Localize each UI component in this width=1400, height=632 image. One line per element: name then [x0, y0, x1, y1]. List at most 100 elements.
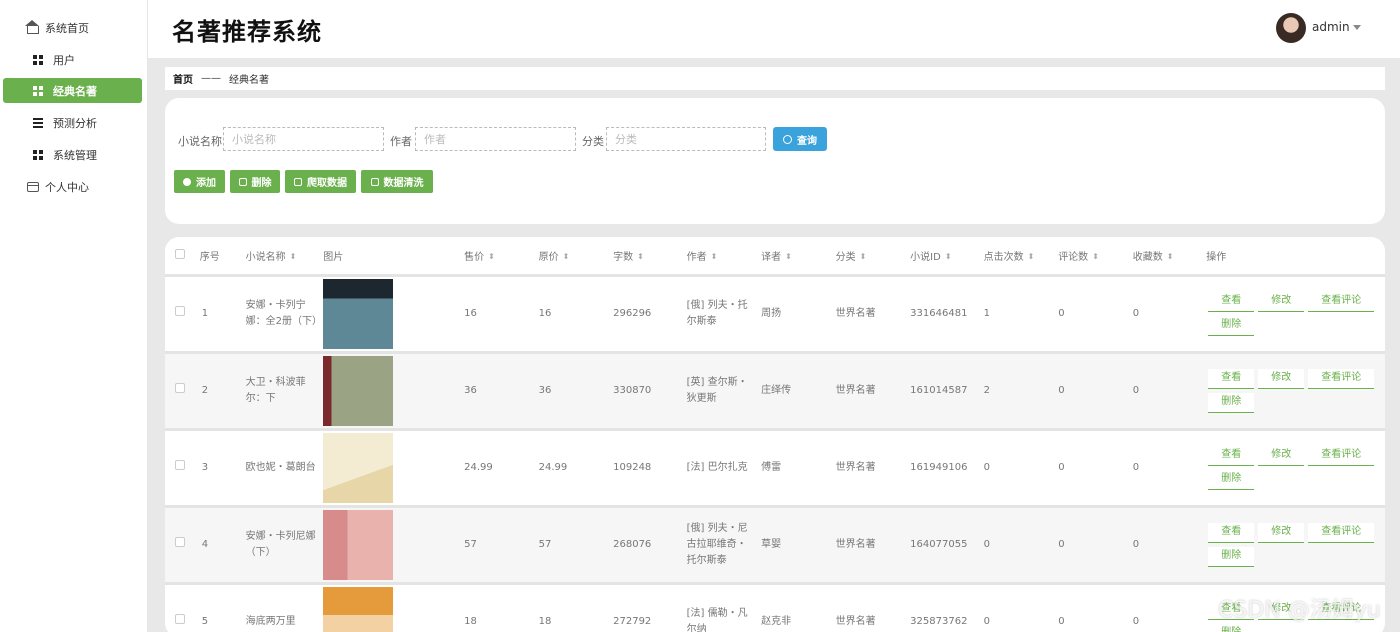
sort-icon[interactable]: ⬍ [711, 252, 718, 261]
col-author[interactable]: 作者 ⬍ [686, 237, 762, 277]
col-comments[interactable]: 评论数 ⬍ [1058, 237, 1133, 277]
sort-icon[interactable]: ⬍ [1167, 252, 1174, 261]
cell-price: 36 [464, 352, 539, 431]
view-comments-button[interactable]: 查看评论 [1308, 291, 1375, 312]
cell-category: 世界名著 [835, 583, 911, 632]
crawl-button[interactable]: 爬取数据 [285, 170, 356, 193]
row-checkbox[interactable] [175, 305, 185, 316]
row-checkbox[interactable] [175, 382, 185, 393]
cell-translator: 赵克非 [761, 583, 836, 632]
view-button[interactable]: 查看 [1208, 291, 1255, 312]
book-cover-image [323, 355, 394, 426]
sort-icon[interactable]: ⬍ [1028, 252, 1035, 261]
view-button[interactable]: 查看 [1208, 445, 1255, 466]
sidebar-item-profile[interactable]: 个人中心 [3, 174, 142, 199]
table-row[interactable]: 1 安娜・卡列宁娜：全2册（下） 16 16 296296 [俄] 列夫・托尔斯泰 周扬 世界… [165, 275, 1385, 354]
caret-down-icon[interactable] [1353, 25, 1361, 30]
sort-icon[interactable]: ⬍ [563, 252, 570, 261]
cell-words: 268076 [613, 506, 687, 585]
clean-label: 数据清洗 [383, 178, 424, 189]
author-input[interactable] [415, 127, 576, 151]
col-favorites[interactable]: 收藏数 ⬍ [1132, 237, 1207, 277]
book-cover-image [323, 278, 394, 349]
clean-button[interactable]: 数据清洗 [361, 170, 433, 193]
cell-id: 164077055 [910, 506, 984, 585]
cover-cell [323, 506, 465, 585]
col-clicks[interactable]: 点击次数 ⬍ [983, 237, 1059, 277]
row-delete-button[interactable]: 删除 [1208, 392, 1255, 413]
cell-clicks: 0 [983, 506, 1059, 585]
sidebar-item-system[interactable]: 系统管理 [3, 142, 142, 167]
cell-translator: 草婴 [761, 506, 836, 585]
row-checkbox[interactable] [175, 613, 185, 624]
cell-author: [法] 儒勒・凡尔纳 [686, 583, 762, 632]
edit-button[interactable]: 修改 [1258, 368, 1305, 389]
view-comments-button[interactable]: 查看评论 [1308, 522, 1375, 543]
row-select-cell [165, 275, 200, 354]
sort-icon[interactable]: ⬍ [945, 252, 952, 261]
sidebar-item-prediction[interactable]: 预测分析 [3, 110, 142, 135]
col-translator[interactable]: 译者 ⬍ [761, 237, 836, 277]
name-input[interactable] [223, 127, 384, 151]
col-words[interactable]: 字数 ⬍ [613, 237, 687, 277]
row-delete-button[interactable]: 删除 [1208, 623, 1255, 632]
sort-icon[interactable]: ⬍ [488, 252, 495, 261]
col-category[interactable]: 分类 ⬍ [835, 237, 911, 277]
add-button[interactable]: 添加 [174, 170, 225, 193]
table-row[interactable]: 5 海底两万里 18 18 272792 [法] 儒勒・凡尔纳 赵克非 世界名著 3258737… [165, 583, 1385, 632]
sidebar-item-classics[interactable]: 经典名著 [3, 78, 142, 103]
sidebar-item-home[interactable]: 系统首页 [3, 15, 142, 40]
col-label: 操作 [1206, 251, 1227, 263]
cell-price: 18 [464, 583, 539, 632]
category-input[interactable] [606, 127, 766, 151]
cell-comments: 0 [1058, 583, 1133, 632]
home-icon [25, 19, 39, 34]
sidebar-item-label: 用户 [53, 53, 75, 67]
search-panel: 小说名称 作者 分类 查询 添加 删除 爬取数据 数据清洗 [165, 98, 1385, 224]
col-label: 图片 [323, 251, 344, 263]
view-comments-button[interactable]: 查看评论 [1308, 445, 1375, 466]
row-delete-button[interactable]: 删除 [1208, 469, 1255, 490]
delete-button[interactable]: 删除 [230, 170, 280, 193]
view-comments-button[interactable]: 查看评论 [1308, 368, 1375, 389]
col-price[interactable]: 售价 ⬍ [464, 237, 539, 277]
avatar[interactable] [1276, 13, 1306, 43]
cell-id: 161014587 [910, 352, 984, 431]
book-cover-image [323, 509, 394, 580]
col-name[interactable]: 小说名称 ⬍ [245, 237, 324, 277]
edit-button[interactable]: 修改 [1258, 291, 1305, 312]
ops-cell: 查看修改查看评论删除 [1206, 429, 1385, 508]
row-delete-button[interactable]: 删除 [1208, 315, 1255, 336]
sort-icon[interactable]: ⬍ [637, 252, 644, 261]
view-button[interactable]: 查看 [1208, 522, 1255, 543]
sidebar-item-label: 系统管理 [53, 148, 97, 162]
breadcrumb-home[interactable]: 首页 [173, 71, 193, 86]
sort-icon[interactable]: ⬍ [1092, 252, 1099, 261]
row-select-cell [165, 506, 200, 585]
sidebar-item-label: 个人中心 [45, 180, 89, 194]
edit-button[interactable]: 修改 [1258, 445, 1305, 466]
row-checkbox[interactable] [175, 536, 185, 547]
sort-icon[interactable]: ⬍ [290, 252, 297, 261]
grid-icon [33, 149, 43, 160]
sort-icon[interactable]: ⬍ [860, 252, 867, 261]
cell-name: 安娜・卡列宁娜：全2册（下） [245, 275, 324, 354]
cell-author: [俄] 列夫・尼古拉耶维奇・托尔斯泰 [686, 506, 762, 585]
row-delete-button[interactable]: 删除 [1208, 546, 1255, 567]
user-name[interactable]: admin [1312, 20, 1350, 34]
view-button[interactable]: 查看 [1208, 368, 1255, 389]
col-label: 评论数 [1058, 251, 1089, 263]
row-checkbox[interactable] [175, 459, 185, 470]
table-row[interactable]: 3 欧也妮・葛朗台 24.99 24.99 109248 [法] 巴尔扎克 傅雷 世界名著 16… [165, 429, 1385, 508]
cell-words: 109248 [613, 429, 687, 508]
table-row[interactable]: 4 安娜・卡列尼娜（下） 57 57 268076 [俄] 列夫・尼古拉耶维奇・托尔斯泰草… [165, 506, 1385, 585]
sidebar-item-users[interactable]: 用户 [3, 47, 142, 72]
col-orig[interactable]: 原价 ⬍ [538, 237, 614, 277]
col-id[interactable]: 小说ID ⬍ [910, 237, 984, 277]
query-button[interactable]: 查询 [773, 127, 827, 151]
sort-icon[interactable]: ⬍ [785, 252, 792, 261]
table-body: 1 安娜・卡列宁娜：全2册（下） 16 16 296296 [俄] 列夫・托尔斯泰 周扬 世界… [165, 275, 1385, 632]
edit-button[interactable]: 修改 [1258, 522, 1305, 543]
select-all-checkbox[interactable] [175, 248, 185, 259]
table-row[interactable]: 2 大卫・科波菲尔：下 36 36 330870 [英] 查尔斯・狄更斯 庄绎传 世界名著 16… [165, 352, 1385, 431]
